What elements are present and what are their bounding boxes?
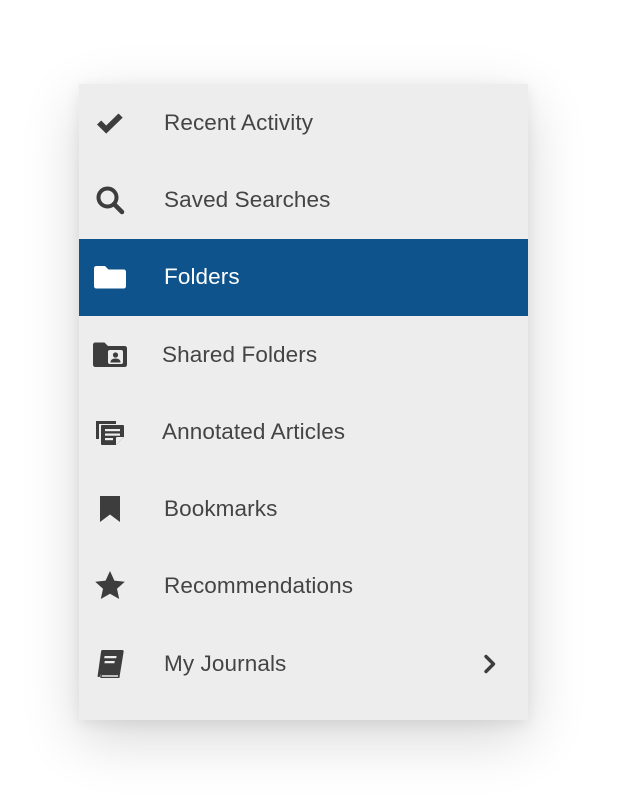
- menu-item-label: Annotated Articles: [162, 418, 346, 444]
- search-icon: [93, 183, 127, 217]
- menu-item-annotated-articles[interactable]: Annotated Articles: [79, 393, 528, 470]
- menu-item-label: Folders: [164, 264, 240, 290]
- star-icon: [93, 569, 127, 603]
- checkmark-icon: [93, 106, 127, 140]
- menu-item-label: My Journals: [164, 650, 287, 676]
- menu-item-shared-folders[interactable]: Shared Folders: [79, 316, 528, 393]
- menu-list: Recent Activity Saved Searches Folders S…: [79, 84, 528, 702]
- chevron-right-icon: [479, 653, 501, 675]
- navigation-menu: Recent Activity Saved Searches Folders S…: [79, 84, 528, 720]
- shared-folder-icon: [93, 338, 127, 372]
- menu-item-saved-searches[interactable]: Saved Searches: [79, 161, 528, 238]
- menu-item-label: Recent Activity: [164, 109, 314, 135]
- menu-item-bookmarks[interactable]: Bookmarks: [79, 470, 528, 547]
- menu-item-folders[interactable]: Folders: [79, 238, 528, 316]
- menu-item-recommendations[interactable]: Recommendations: [79, 548, 528, 625]
- menu-item-my-journals[interactable]: My Journals: [79, 625, 528, 702]
- menu-item-label: Bookmarks: [164, 496, 278, 522]
- menu-item-label: Shared Folders: [162, 341, 318, 367]
- journal-book-icon: [93, 647, 127, 681]
- menu-item-recent-activity[interactable]: Recent Activity: [79, 84, 528, 161]
- bookmark-icon: [93, 492, 127, 526]
- folder-icon: [93, 260, 127, 294]
- menu-item-label: Recommendations: [164, 573, 354, 599]
- annotated-notes-icon: [93, 415, 127, 449]
- menu-item-label: Saved Searches: [164, 186, 331, 212]
